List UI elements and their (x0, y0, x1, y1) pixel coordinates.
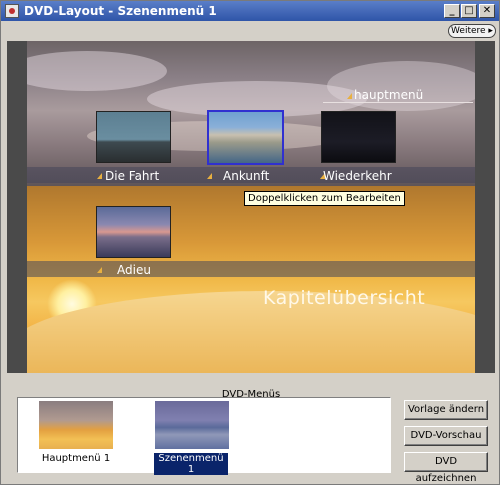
menu-preview-canvas: hauptmenü Die Fahrt Ankunft Wiederkehr A… (7, 41, 495, 373)
chapter-bullet-icon (97, 267, 102, 273)
chapter-bullet-icon (97, 173, 102, 179)
chapter-thumbnail-adieu[interactable] (96, 206, 171, 258)
vorlage-aendern-button[interactable]: Vorlage ändern (404, 400, 488, 420)
hauptmenu-bullet-icon (347, 93, 352, 99)
edit-tooltip: Doppelklicken zum Bearbeiten (244, 191, 405, 206)
minimize-button[interactable]: _ (444, 4, 460, 18)
hauptmenu-underline (323, 102, 473, 103)
chapter-thumbnail-die-fahrt[interactable] (96, 111, 171, 163)
window-title: DVD-Layout - Szenenmenü 1 (24, 4, 217, 18)
menu-label-szenenmenu[interactable]: Szenenmenü 1 (154, 453, 228, 475)
menu-background: hauptmenü Die Fahrt Ankunft Wiederkehr A… (27, 41, 475, 373)
chapter-thumbnail-wiederkehr[interactable] (321, 111, 396, 163)
menu-label-hauptmenu[interactable]: Hauptmenü 1 (28, 453, 124, 464)
maximize-button[interactable]: □ (461, 4, 477, 18)
chapter-label-ankunft[interactable]: Ankunft (223, 169, 269, 183)
chapter-thumbnail-ankunft[interactable] (207, 110, 284, 165)
dvd-menus-list: Hauptmenü 1 Szenenmenü 1 (17, 397, 391, 475)
chapter-label-wiederkehr[interactable]: Wiederkehr (323, 169, 392, 183)
weitere-button[interactable]: Weitere ▸ (448, 24, 496, 38)
dvd-layout-window: DVD-Layout - Szenenmenü 1 _ □ ✕ Weitere … (0, 0, 500, 485)
close-button[interactable]: ✕ (479, 4, 495, 18)
menu-thumbnail-hauptmenu[interactable] (39, 401, 113, 449)
kapitel-title[interactable]: Kapitelübersicht (263, 287, 425, 309)
dvd-vorschau-button[interactable]: DVD-Vorschau (404, 426, 488, 446)
hauptmenu-link[interactable]: hauptmenü (354, 88, 423, 102)
title-bar[interactable]: DVD-Layout - Szenenmenü 1 _ □ ✕ (1, 1, 499, 21)
chapter-label-die-fahrt[interactable]: Die Fahrt (105, 169, 159, 183)
menu-thumbnail-szenenmenu[interactable] (155, 401, 229, 449)
app-icon (5, 4, 19, 18)
label-band-bottom (27, 261, 475, 277)
chapter-label-adieu[interactable]: Adieu (117, 263, 151, 277)
dvd-aufzeichnen-button[interactable]: DVD aufzeichnen (404, 452, 488, 484)
chapter-bullet-icon (207, 173, 212, 179)
